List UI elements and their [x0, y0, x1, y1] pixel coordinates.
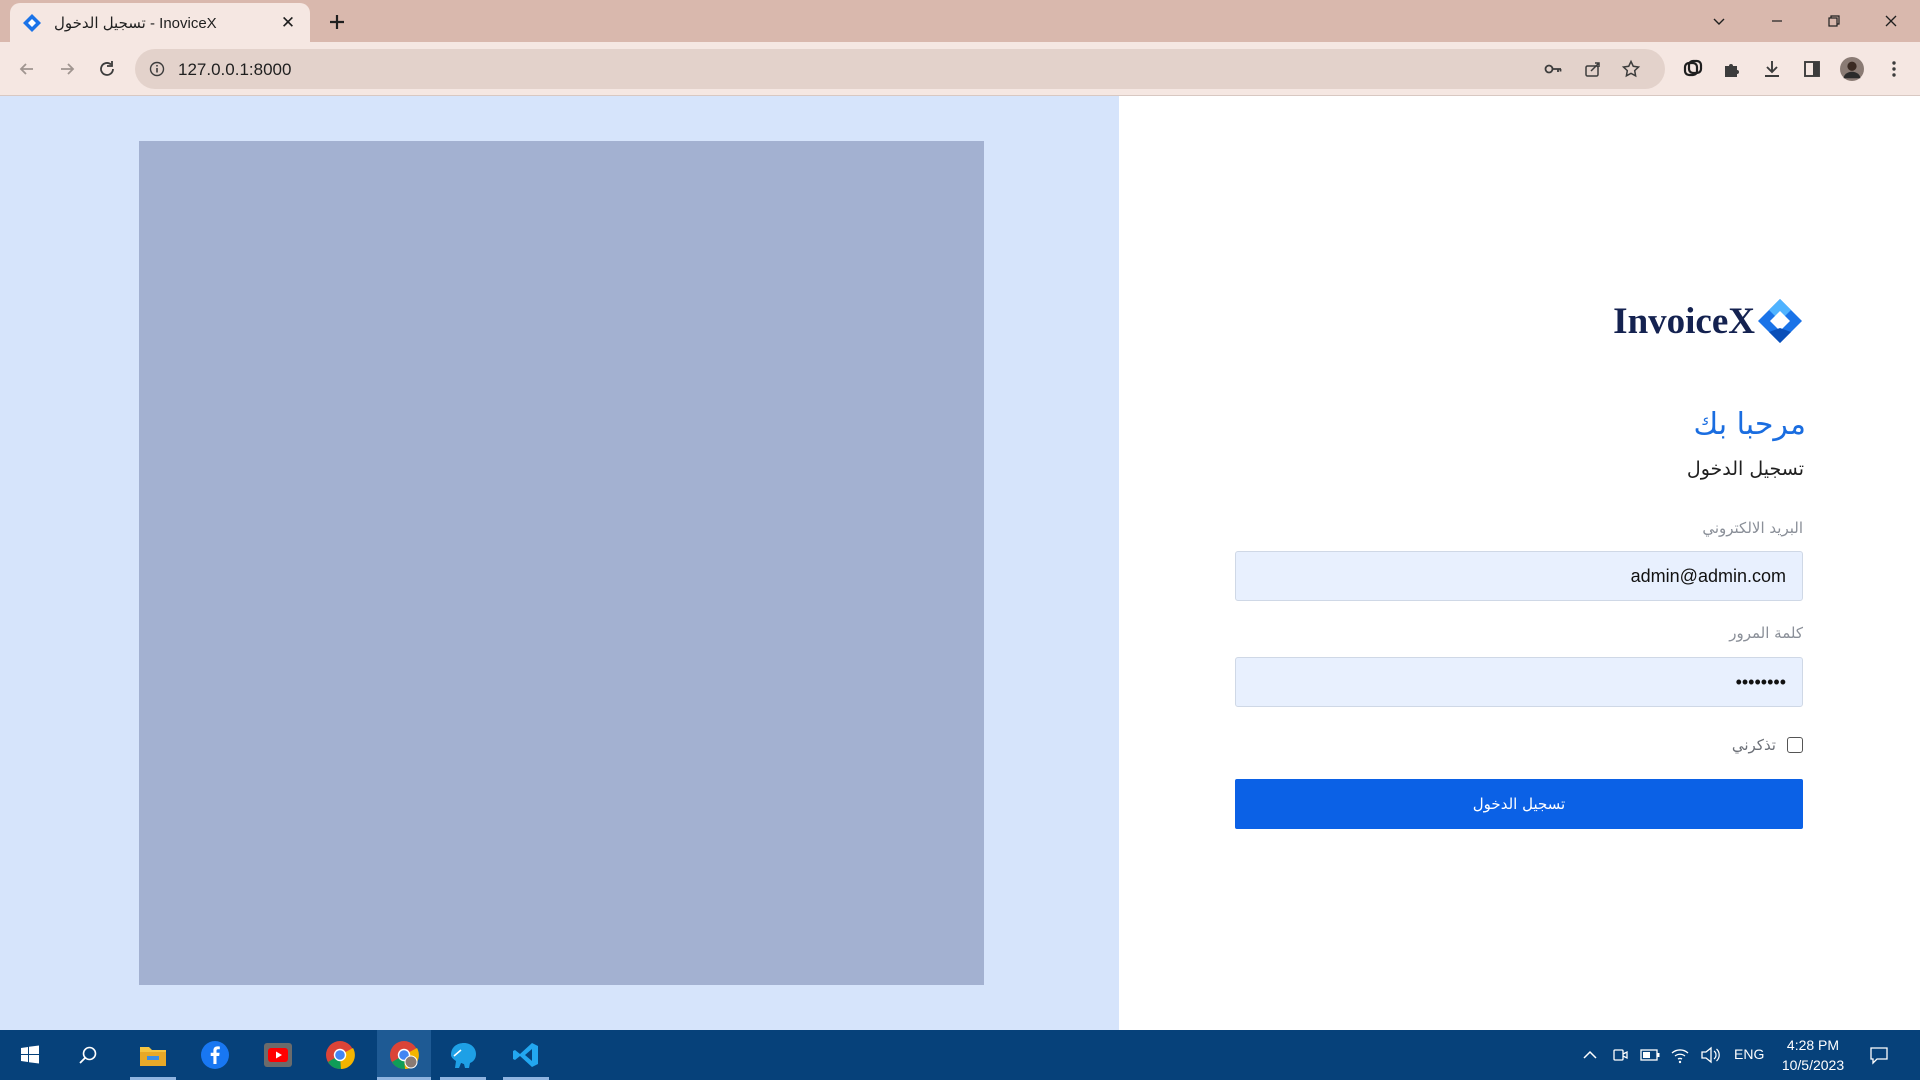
invoicex-logo: InvoiceX — [1613, 298, 1803, 344]
remember-me-checkbox[interactable] — [1787, 737, 1803, 753]
close-window-icon[interactable] — [1862, 0, 1920, 42]
login-pane: InvoiceX مرحبا بك تسجيل الدخول البريد ال… — [1119, 96, 1920, 1030]
youtube-icon[interactable] — [253, 1030, 303, 1080]
page-content: InvoiceX مرحبا بك تسجيل الدخول البريد ال… — [0, 96, 1920, 1030]
invoicex-favicon-icon — [23, 13, 41, 32]
email-label: البريد الالكتروني — [1702, 519, 1803, 537]
browser-tab-strip: تسجيل الدخول - InoviceX ✕ — [0, 0, 1920, 42]
url-text[interactable]: 127.0.0.1:8000 — [178, 60, 291, 80]
side-panel-icon[interactable] — [1800, 57, 1824, 81]
meet-camera-icon[interactable] — [1610, 1045, 1630, 1065]
browser-tab[interactable]: تسجيل الدخول - InoviceX ✕ — [10, 3, 310, 42]
clock-time: 4:28 PM — [1786, 1037, 1840, 1053]
tab-close-icon[interactable]: ✕ — [278, 13, 298, 33]
logo-text: InvoiceX — [1613, 300, 1755, 342]
share-icon[interactable] — [1583, 59, 1603, 79]
remember-me-label[interactable]: تذكرني — [1732, 736, 1776, 754]
back-arrow-icon[interactable] — [13, 55, 41, 83]
extension-copy-icon[interactable] — [1681, 57, 1705, 81]
login-subtitle: تسجيل الدخول — [1686, 458, 1804, 480]
profile-avatar[interactable] — [1840, 57, 1864, 81]
login-button[interactable]: تسجيل الدخول — [1235, 779, 1803, 829]
tray-chevron-up-icon[interactable] — [1580, 1045, 1600, 1065]
extensions-puzzle-icon[interactable] — [1720, 57, 1744, 81]
chrome-icon[interactable] — [315, 1030, 365, 1080]
remember-me-row: تذكرني — [1732, 736, 1803, 754]
welcome-heading: مرحبا بك — [1693, 407, 1806, 442]
new-tab-icon[interactable] — [324, 9, 350, 35]
forward-arrow-icon[interactable] — [53, 55, 81, 83]
vscode-icon[interactable] — [501, 1030, 551, 1080]
clock-date: 10/5/2023 — [1781, 1057, 1845, 1073]
logo-diamond-icon — [1758, 299, 1802, 343]
password-label: كلمة المرور — [1729, 624, 1803, 642]
volume-icon[interactable] — [1700, 1045, 1720, 1065]
input-language[interactable]: ENG — [1734, 1046, 1764, 1062]
tab-title: تسجيل الدخول - InoviceX — [54, 14, 217, 32]
windows-taskbar: ENG 4:28 PM 10/5/2023 — [0, 1030, 1920, 1080]
browser-toolbar: 127.0.0.1:8000 — [0, 42, 1920, 96]
address-bar[interactable]: 127.0.0.1:8000 — [135, 49, 1665, 89]
mysql-workbench-icon[interactable] — [438, 1030, 488, 1080]
notifications-icon[interactable] — [1869, 1045, 1889, 1065]
system-clock[interactable]: 4:28 PM 10/5/2023 — [1768, 1035, 1858, 1075]
chrome-profile-window-icon[interactable] — [377, 1030, 431, 1080]
password-field[interactable] — [1235, 657, 1803, 707]
tab-search-chevron-icon[interactable] — [1690, 0, 1748, 42]
email-field[interactable] — [1235, 551, 1803, 601]
battery-icon[interactable] — [1640, 1045, 1660, 1065]
file-explorer-icon[interactable] — [128, 1030, 178, 1080]
wifi-icon[interactable] — [1670, 1045, 1690, 1065]
chrome-menu-icon[interactable] — [1882, 57, 1906, 81]
site-info-icon[interactable] — [149, 61, 165, 77]
restore-icon[interactable] — [1805, 0, 1863, 42]
bookmark-star-icon[interactable] — [1621, 59, 1641, 79]
facebook-icon[interactable] — [190, 1030, 240, 1080]
reload-icon[interactable] — [93, 55, 121, 83]
search-icon[interactable] — [63, 1030, 113, 1080]
password-key-icon[interactable] — [1543, 59, 1563, 79]
windows-start-icon[interactable] — [5, 1030, 55, 1080]
minimize-icon[interactable] — [1748, 0, 1806, 42]
download-icon[interactable] — [1760, 57, 1784, 81]
illustration-placeholder — [139, 141, 984, 985]
left-pane — [0, 96, 1119, 1030]
